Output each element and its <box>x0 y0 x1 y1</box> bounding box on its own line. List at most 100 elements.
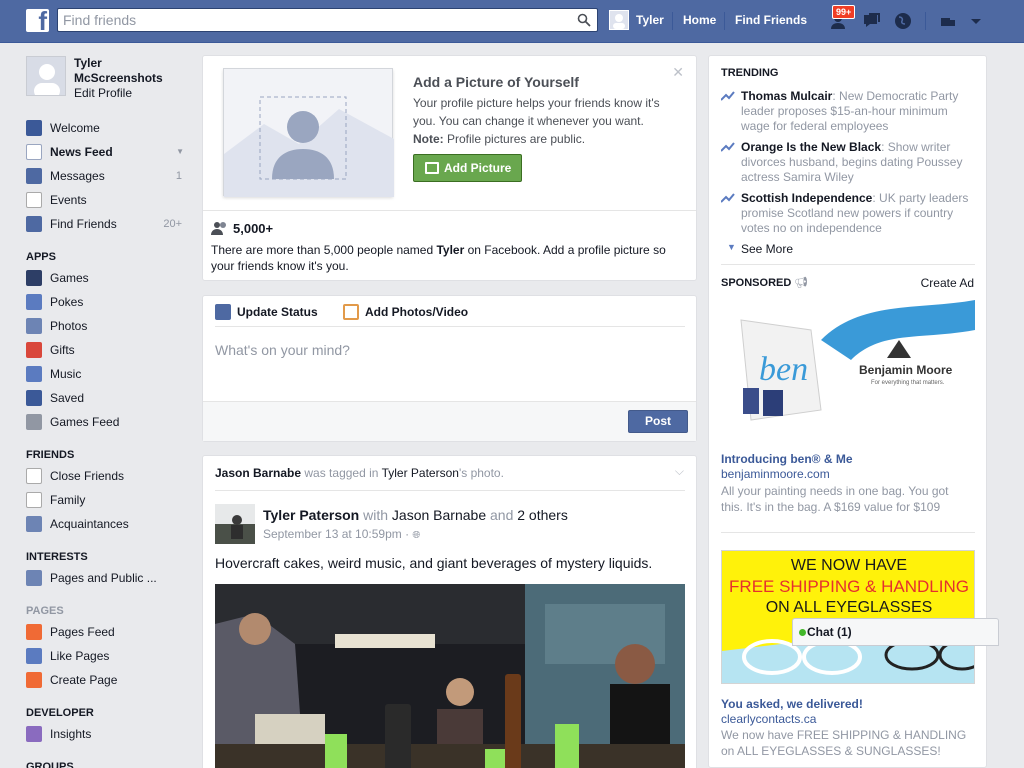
author-avatar[interactable] <box>215 504 255 544</box>
camera-icon <box>343 304 359 320</box>
sidebar-item-like-pages[interactable]: Like Pages <box>26 644 186 668</box>
search-box <box>57 8 598 32</box>
sidebar-interests-nav: Pages and Public ... <box>26 566 186 590</box>
interests-heading: INTERESTS <box>26 551 88 563</box>
sidebar-item-pokes[interactable]: Pokes <box>26 290 186 314</box>
acquaintances-icon <box>26 516 42 532</box>
post-time-text: September 13 at 10:59pm · <box>263 527 413 541</box>
ad-title-link[interactable]: You asked, we delivered! <box>721 697 863 711</box>
sidebar-item-label: Messages <box>50 169 105 183</box>
chat-tab[interactable]: Chat (1) <box>792 618 999 646</box>
sidebar-item-events[interactable]: Events <box>26 188 186 212</box>
sidebar-item-label: Acquaintances <box>50 517 129 531</box>
sidebar-item-pages-and-public[interactable]: Pages and Public ... <box>26 566 186 590</box>
nav-profile-link[interactable]: Tyler <box>636 13 664 27</box>
sidebar-item-label: Close Friends <box>50 469 125 483</box>
story-header: Jason Barnabe was tagged in Tyler Paters… <box>215 466 504 480</box>
tab-add-photos[interactable]: Add Photos/Video <box>343 304 468 320</box>
feed-story: Jason Barnabe was tagged in Tyler Paters… <box>202 455 697 768</box>
chevron-down-icon[interactable] <box>966 11 986 31</box>
people-count: 5,000+ <box>211 221 273 236</box>
sponsored-label: SPONSORED <box>721 277 792 289</box>
trending-item[interactable]: Orange Is the New Black: Show writer div… <box>721 140 971 185</box>
sidebar-profile: Tyler McScreenshots Edit Profile <box>26 56 186 116</box>
create-ad-link[interactable]: Create Ad <box>921 276 974 290</box>
sidebar-item-create-page[interactable]: Create Page <box>26 668 186 692</box>
ad-title-link[interactable]: Introducing ben® & Me <box>721 452 853 466</box>
apps-heading: APPS <box>26 251 56 263</box>
chevron-down-icon[interactable]: ⌵ <box>675 464 684 479</box>
trending-topic[interactable]: Scottish Independence <box>741 191 872 205</box>
trending-item[interactable]: Thomas Mulcair: New Democratic Party lea… <box>721 89 971 134</box>
sidebar-item-label: Events <box>50 193 87 207</box>
status-input[interactable]: What's on your mind? <box>215 342 350 358</box>
sidebar-item-saved[interactable]: Saved <box>26 386 186 410</box>
search-icon[interactable] <box>577 13 591 27</box>
sidebar-item-insights[interactable]: Insights <box>26 722 186 746</box>
nav-find-friends-link[interactable]: Find Friends <box>735 13 807 27</box>
sidebar-item-label: Welcome <box>50 121 100 135</box>
divider <box>721 264 975 265</box>
story-owner-link[interactable]: Tyler Paterson <box>382 466 459 480</box>
sidebar-item-close-friends[interactable]: Close Friends <box>26 464 186 488</box>
notifications-globe-icon[interactable] <box>893 11 913 31</box>
sidebar-item-news-feed[interactable]: News Feed ▼ <box>26 140 186 164</box>
close-icon[interactable]: ✕ <box>672 64 684 81</box>
news-feed-icon <box>26 144 42 160</box>
messages-icon[interactable] <box>862 11 882 31</box>
trending-item[interactable]: Scottish Independence: UK party leaders … <box>721 191 971 236</box>
megaphone-icon <box>26 624 42 640</box>
sidebar-item-messages[interactable]: Messages 1 <box>26 164 186 188</box>
people-desc-1: There are more than 5,000 people named <box>211 243 437 257</box>
avatar[interactable] <box>26 56 66 96</box>
ad-image-clearly-contacts[interactable]: WE NOW HAVE FREE SHIPPING & HANDLING ON … <box>721 550 975 684</box>
tagged-friend-link[interactable]: Jason Barnabe <box>392 507 486 523</box>
divider <box>203 210 696 211</box>
pencil-icon <box>215 304 231 320</box>
sidebar-item-find-friends[interactable]: Find Friends 20+ <box>26 212 186 236</box>
trending-topic[interactable]: Orange Is the New Black <box>741 140 881 154</box>
chevron-down-icon[interactable]: ▼ <box>176 140 184 164</box>
nav-avatar[interactable] <box>609 10 629 30</box>
nav-separator <box>724 12 725 30</box>
sidebar-item-music[interactable]: Music <box>26 362 186 386</box>
tab-update-status[interactable]: Update Status <box>215 304 318 320</box>
sidebar-item-welcome[interactable]: Welcome <box>26 116 186 140</box>
prompt-note-text: Profile pictures are public. <box>443 132 586 146</box>
see-more-link[interactable]: ▼ See More <box>727 242 793 256</box>
edit-profile-link[interactable]: Edit Profile <box>74 86 132 100</box>
ad-url-link[interactable]: benjaminmoore.com <box>721 467 830 481</box>
sidebar-item-label: News Feed <box>50 145 113 159</box>
music-icon <box>26 366 42 382</box>
sidebar-item-gifts[interactable]: Gifts <box>26 338 186 362</box>
sidebar-item-games-feed[interactable]: Games Feed <box>26 410 186 434</box>
sidebar-developer-nav: Insights <box>26 722 186 746</box>
sidebar-item-games[interactable]: Games <box>26 266 186 290</box>
post-button[interactable]: Post <box>628 410 688 433</box>
post-timestamp[interactable]: September 13 at 10:59pm · 🌐︎ <box>263 527 420 541</box>
facebook-logo-icon[interactable]: f <box>26 9 49 32</box>
nav-home-link[interactable]: Home <box>683 13 716 27</box>
list-icon <box>26 570 42 586</box>
ad-bag-text: ben <box>759 351 808 388</box>
sidebar-item-photos[interactable]: Photos <box>26 314 186 338</box>
post-photo[interactable] <box>215 584 685 768</box>
top-bar: f Tyler Home Find Friends 99+ <box>0 0 1024 43</box>
sidebar-item-label: Pages and Public ... <box>50 571 157 585</box>
sidebar-item-pages-feed[interactable]: Pages Feed <box>26 620 186 644</box>
search-input[interactable] <box>58 9 558 31</box>
sidebar-item-acquaintances[interactable]: Acquaintances <box>26 512 186 536</box>
sidebar-item-label: Pokes <box>50 295 84 309</box>
sidebar-item-family[interactable]: Family <box>26 488 186 512</box>
profile-name[interactable]: Tyler McScreenshots <box>74 56 174 86</box>
others-link[interactable]: 2 others <box>517 507 568 523</box>
author-name-link[interactable]: Tyler Paterson <box>263 507 359 523</box>
ad-url-link[interactable]: clearlycontacts.ca <box>721 712 816 726</box>
ad-image-benjamin-moore[interactable]: ben Benjamin Moore For everything that m… <box>721 300 975 430</box>
with-word: with <box>359 507 392 523</box>
story-actor-link[interactable]: Jason Barnabe <box>215 466 301 480</box>
add-picture-button[interactable]: Add Picture <box>413 154 522 182</box>
privacy-shortcuts-icon[interactable] <box>938 11 958 31</box>
trending-topic[interactable]: Thomas Mulcair <box>741 89 832 103</box>
profile-placeholder-image[interactable] <box>223 68 394 197</box>
